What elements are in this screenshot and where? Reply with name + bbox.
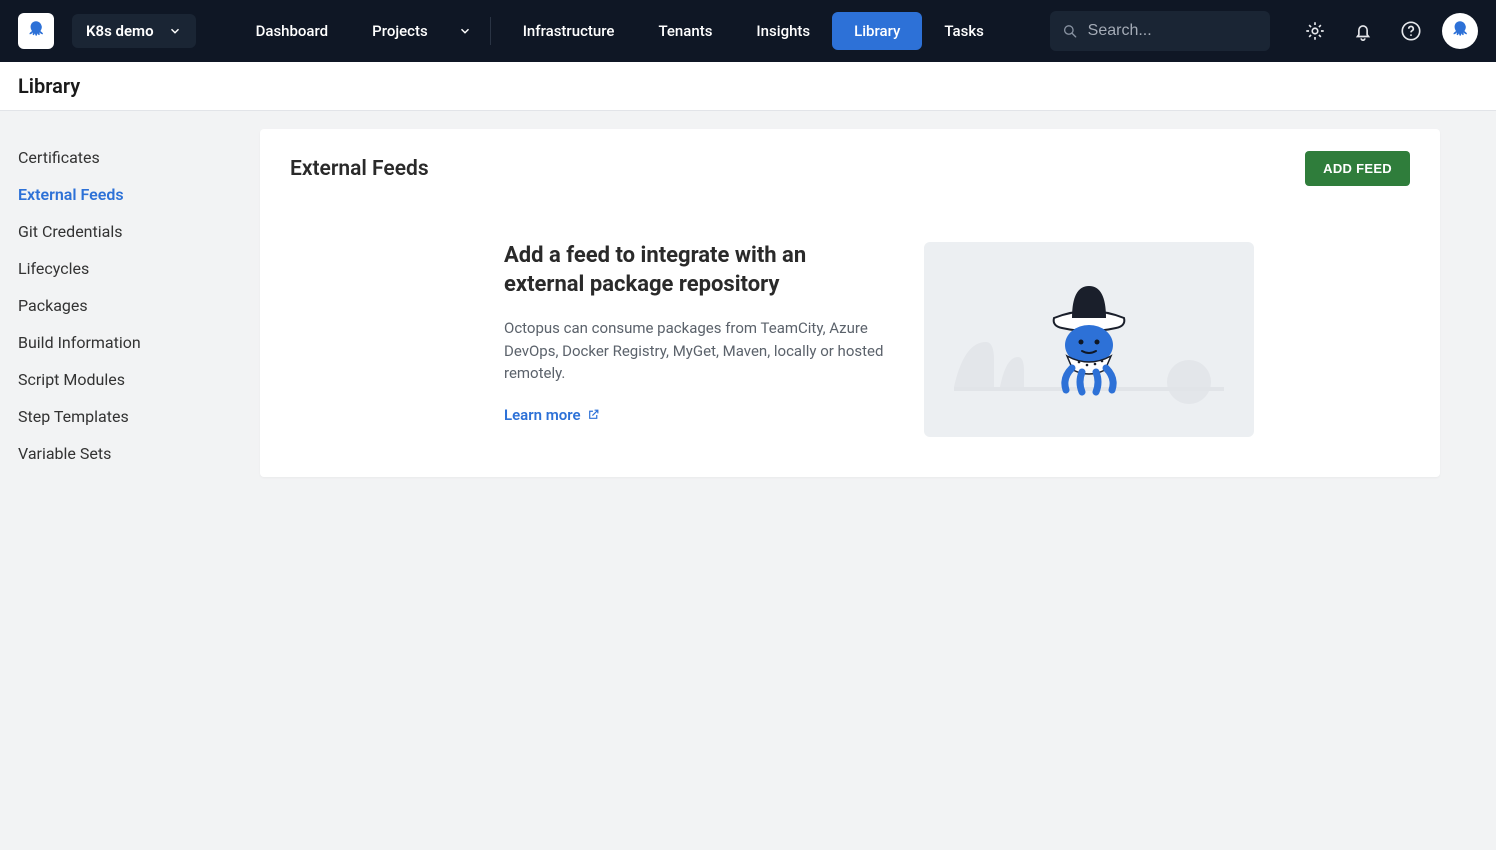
top-utility-icons <box>1304 20 1422 42</box>
search-input[interactable] <box>1088 22 1258 40</box>
nav-insights[interactable]: Insights <box>734 12 832 50</box>
card-title: External Feeds <box>290 157 429 181</box>
sidebar-item-packages[interactable]: Packages <box>18 287 260 324</box>
space-name: K8s demo <box>86 22 154 40</box>
nav-projects[interactable]: Projects <box>350 12 450 50</box>
sidebar-item-build-information[interactable]: Build Information <box>18 324 260 361</box>
empty-state-text: Add a feed to integrate with an external… <box>504 242 884 424</box>
chevron-down-icon <box>168 24 182 38</box>
notifications-icon[interactable] <box>1352 20 1374 42</box>
product-logo[interactable] <box>18 13 54 49</box>
sidebar-item-variable-sets[interactable]: Variable Sets <box>18 435 260 472</box>
add-feed-button[interactable]: ADD FEED <box>1305 151 1410 186</box>
card-header: External Feeds ADD FEED <box>290 151 1410 186</box>
user-avatar[interactable] <box>1442 13 1478 49</box>
settings-icon[interactable] <box>1304 20 1326 42</box>
learn-more-link[interactable]: Learn more <box>504 406 600 424</box>
search-icon <box>1062 22 1078 40</box>
sidebar-item-git-credentials[interactable]: Git Credentials <box>18 213 260 250</box>
library-sidebar: Certificates External Feeds Git Credenti… <box>0 111 260 850</box>
nav-dashboard[interactable]: Dashboard <box>234 12 351 50</box>
sidebar-item-script-modules[interactable]: Script Modules <box>18 361 260 398</box>
projects-dropdown[interactable] <box>450 18 480 44</box>
nav-tasks[interactable]: Tasks <box>922 12 1006 50</box>
space-switcher[interactable]: K8s demo <box>72 14 196 48</box>
octopus-logo-icon <box>23 18 49 44</box>
empty-state-illustration <box>924 242 1254 437</box>
external-link-icon <box>587 408 600 421</box>
sidebar-item-certificates[interactable]: Certificates <box>18 139 260 176</box>
empty-state: Add a feed to integrate with an external… <box>290 242 1410 437</box>
nav-tenants[interactable]: Tenants <box>636 12 734 50</box>
help-icon[interactable] <box>1400 20 1422 42</box>
section-title: Library <box>18 74 80 98</box>
main-area: Certificates External Feeds Git Credenti… <box>0 111 1496 850</box>
learn-more-label: Learn more <box>504 406 581 424</box>
sidebar-item-lifecycles[interactable]: Lifecycles <box>18 250 260 287</box>
nav-separator <box>490 17 491 45</box>
section-header: Library <box>0 62 1496 111</box>
content-wrap: External Feeds ADD FEED Add a feed to in… <box>260 111 1496 850</box>
top-nav: K8s demo Dashboard Projects Infrastructu… <box>0 0 1496 62</box>
sidebar-item-external-feeds[interactable]: External Feeds <box>18 176 260 213</box>
sidebar-item-step-templates[interactable]: Step Templates <box>18 398 260 435</box>
empty-state-heading: Add a feed to integrate with an external… <box>504 242 884 299</box>
octopus-cowboy-icon <box>924 242 1254 437</box>
octopus-avatar-icon <box>1447 18 1473 44</box>
global-search[interactable] <box>1050 11 1270 51</box>
nav-library[interactable]: Library <box>832 12 922 50</box>
chevron-down-icon <box>458 24 472 38</box>
primary-nav: Dashboard Projects Infrastructure Tenant… <box>234 12 1006 50</box>
empty-state-description: Octopus can consume packages from TeamCi… <box>504 317 884 385</box>
nav-infrastructure[interactable]: Infrastructure <box>501 12 637 50</box>
external-feeds-card: External Feeds ADD FEED Add a feed to in… <box>260 129 1440 477</box>
